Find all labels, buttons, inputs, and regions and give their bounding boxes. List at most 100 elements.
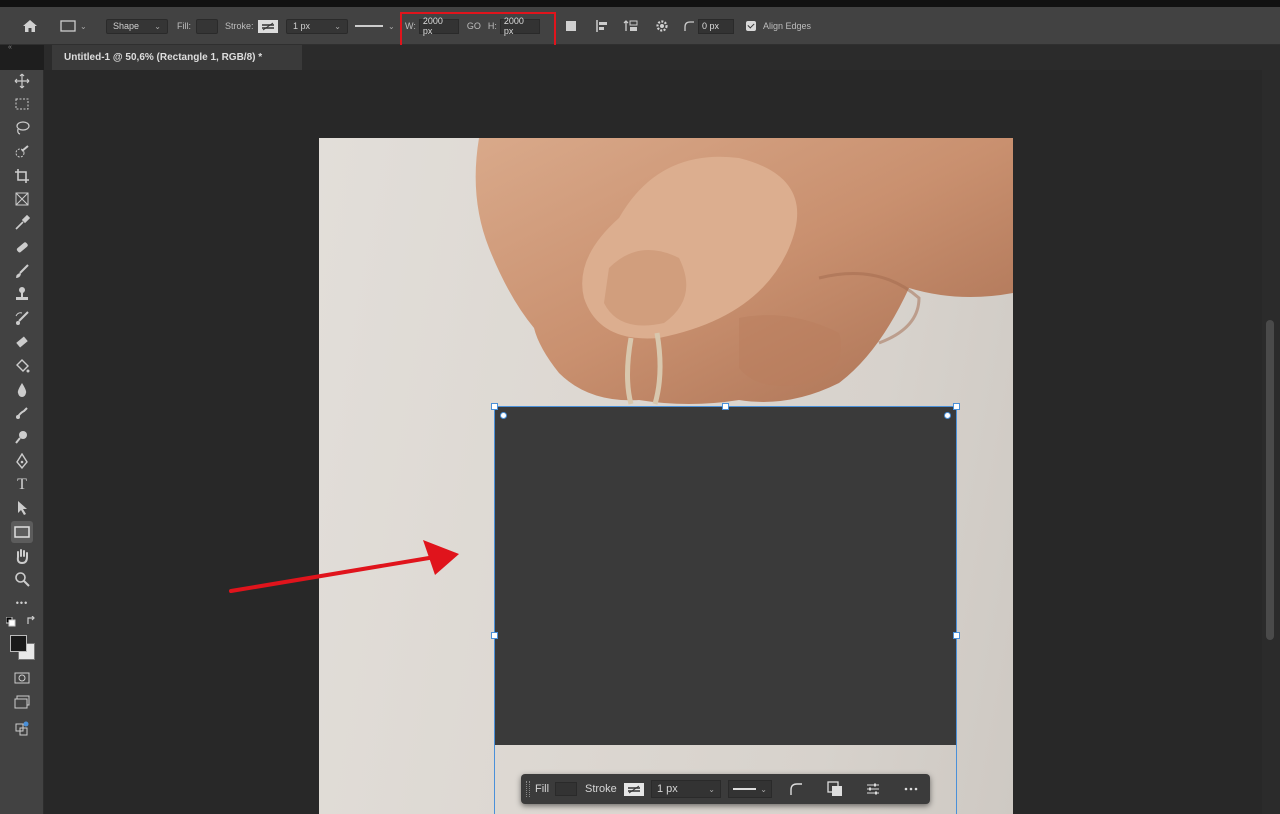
tool-smudge[interactable] xyxy=(11,402,33,424)
path-operations-icon xyxy=(566,21,576,31)
frame-icon xyxy=(15,192,29,206)
tool-lasso[interactable] xyxy=(11,117,33,139)
edit-toolbar-icon xyxy=(15,721,29,736)
path-arrangement-button[interactable] xyxy=(623,18,639,34)
stroke-type-select[interactable]: ⌄ xyxy=(354,7,395,45)
geometry-options-button[interactable] xyxy=(654,18,670,34)
tool-healing-brush[interactable] xyxy=(11,236,33,258)
lasso-icon xyxy=(16,121,30,135)
selection-bounding-box xyxy=(494,406,957,814)
screen-mode-button[interactable] xyxy=(11,691,33,713)
pen-icon xyxy=(16,453,28,469)
tool-more[interactable]: ••• xyxy=(11,592,33,614)
path-operations-icon xyxy=(827,781,842,796)
paint-bucket-icon xyxy=(16,359,30,373)
tool-dodge[interactable] xyxy=(11,426,33,448)
ctx-path-operations-button[interactable] xyxy=(827,774,843,804)
tool-clone-stamp[interactable] xyxy=(11,283,33,305)
quick-mask-icon xyxy=(14,672,30,684)
tool-move[interactable] xyxy=(11,70,33,92)
tool-eyedropper[interactable] xyxy=(11,212,33,234)
drag-handle[interactable] xyxy=(526,781,530,797)
hand-photo xyxy=(475,138,1013,405)
smudge-icon xyxy=(16,407,28,419)
transform-handle-top[interactable] xyxy=(722,403,729,410)
tool-quick-selection[interactable] xyxy=(11,141,33,163)
quick-mask-button[interactable] xyxy=(11,667,33,689)
path-operations-button[interactable] xyxy=(563,18,579,34)
ctx-properties-button[interactable] xyxy=(866,774,880,804)
align-edges-label: Align Edges xyxy=(763,21,812,31)
document-tab-bar: Untitled-1 @ 50,6% (Rectangle 1, RGB/8) … xyxy=(44,45,1280,70)
tool-paint-bucket[interactable] xyxy=(11,355,33,377)
contextual-task-bar: Fill Stroke 1 px ⌄ ⌄ xyxy=(521,774,930,804)
stroke-type-icon xyxy=(355,25,383,27)
ctx-more-options-button[interactable] xyxy=(904,774,918,804)
clone-stamp-icon xyxy=(16,287,28,300)
corner-radius-input[interactable]: 0 px xyxy=(698,18,734,34)
transform-handle-top-right[interactable] xyxy=(953,403,960,410)
tool-path-selection[interactable] xyxy=(11,497,33,519)
transform-handle-left[interactable] xyxy=(491,632,498,639)
fill-swatch[interactable] xyxy=(196,18,218,34)
crop-icon xyxy=(15,169,29,183)
ctx-stroke-type-select[interactable]: ⌄ xyxy=(728,780,772,798)
sliders-icon xyxy=(867,783,879,795)
corner-radius-widget-top-left[interactable] xyxy=(500,412,507,419)
chevron-down-icon: ⌄ xyxy=(334,21,341,31)
ctx-stroke-swatch[interactable] xyxy=(623,782,644,796)
home-icon xyxy=(23,20,37,32)
tool-marquee[interactable] xyxy=(11,93,33,115)
edit-toolbar-button[interactable] xyxy=(11,717,33,739)
collapse-panel-icon[interactable]: « xyxy=(8,44,12,51)
eraser-icon xyxy=(16,336,28,348)
align-icon xyxy=(596,20,607,32)
scrollbar-thumb[interactable] xyxy=(1266,320,1274,640)
align-edges-checkbox[interactable] xyxy=(746,21,756,31)
tool-preset-picker[interactable]: ⌄ xyxy=(60,7,87,45)
transform-handle-right[interactable] xyxy=(953,632,960,639)
default-colors-button[interactable] xyxy=(5,616,16,630)
shape-mode-label: Shape xyxy=(113,21,140,31)
stroke-label: Stroke: xyxy=(225,21,254,31)
tool-hand[interactable] xyxy=(11,545,33,567)
corner-radius-widget-top-right[interactable] xyxy=(944,412,951,419)
gear-icon xyxy=(656,20,668,32)
tool-rectangle[interactable] xyxy=(11,521,33,543)
tool-blur[interactable] xyxy=(11,379,33,401)
ctx-corner-radius-button[interactable] xyxy=(789,774,803,804)
corner-radius-icon xyxy=(790,783,802,795)
vertical-scrollbar[interactable] xyxy=(1262,70,1280,814)
ctx-stroke-width-input[interactable]: 1 px ⌄ xyxy=(651,780,721,798)
stroke-swatch[interactable] xyxy=(257,19,278,33)
home-button[interactable] xyxy=(20,7,40,45)
tool-pen[interactable] xyxy=(11,450,33,472)
marquee-icon xyxy=(15,98,29,110)
foreground-color-swatch[interactable] xyxy=(10,635,27,652)
ctx-fill-swatch[interactable] xyxy=(555,782,578,796)
stroke-width-input[interactable]: 1 px ⌄ xyxy=(286,18,348,34)
stroke-swatch-icon xyxy=(261,22,274,30)
quick-selection-icon xyxy=(15,145,29,158)
tool-brush[interactable] xyxy=(11,260,33,282)
annotation-arrow xyxy=(229,540,459,593)
tools-panel: T ••• xyxy=(0,70,44,814)
tool-eraser[interactable] xyxy=(11,331,33,353)
tool-frame[interactable] xyxy=(11,188,33,210)
swap-colors-button[interactable] xyxy=(26,615,36,629)
tool-crop[interactable] xyxy=(11,165,33,187)
screen-mode-icon xyxy=(14,695,30,709)
fill-label: Fill: xyxy=(177,21,191,31)
more-tools-icon: ••• xyxy=(15,598,29,608)
shape-mode-select[interactable]: Shape ⌄ xyxy=(106,18,168,34)
tool-zoom[interactable] xyxy=(11,568,33,590)
stroke-width-value: 1 px xyxy=(293,21,311,31)
tool-history-brush[interactable] xyxy=(11,307,33,329)
path-alignment-button[interactable] xyxy=(594,18,610,34)
transform-handle-top-left[interactable] xyxy=(491,403,498,410)
chevron-down-icon: ⌄ xyxy=(388,21,395,31)
document-tab[interactable]: Untitled-1 @ 50,6% (Rectangle 1, RGB/8) … xyxy=(52,45,302,70)
more-icon xyxy=(904,787,918,791)
chevron-down-icon: ⌄ xyxy=(760,784,767,794)
tool-type[interactable]: T xyxy=(11,474,33,496)
